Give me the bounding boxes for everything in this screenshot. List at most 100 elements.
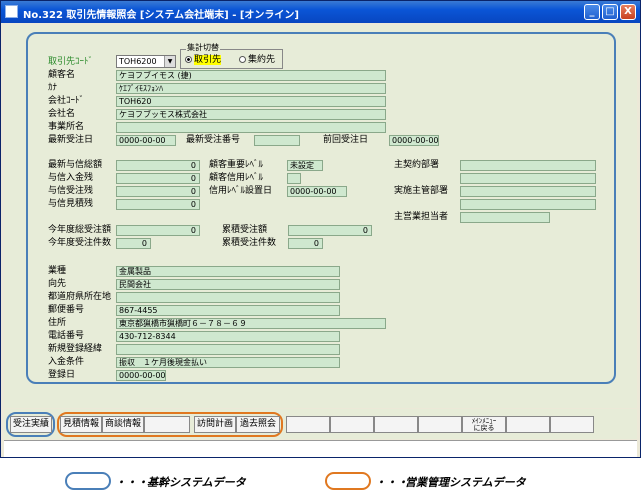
address-field: 東京都猟橋市猟橋町６－７８－６９: [116, 318, 386, 329]
fy-order-count-field: 0: [116, 238, 151, 249]
visit-plan-button[interactable]: 訪問計画: [194, 416, 236, 433]
cumulative-amount-field: 0: [288, 225, 372, 236]
app-icon: [5, 5, 18, 18]
office-name-field: [116, 122, 386, 133]
negotiation-info-button[interactable]: 商談情報: [102, 416, 144, 433]
credit-total-field: 0: [116, 160, 200, 171]
fkey-empty-9[interactable]: [374, 416, 418, 433]
credit-total-label: 最新与信総額: [48, 160, 103, 170]
fkey-empty-10[interactable]: [418, 416, 462, 433]
legend-blue-text: 基幹システムデータ: [147, 476, 246, 489]
fkey-empty-7[interactable]: [286, 416, 330, 433]
cumulative-count-label: 累積受注件数: [222, 238, 277, 248]
latest-order-no-label: 最新受注番号: [186, 135, 241, 145]
credit-order-balance-label: 与信受注残: [48, 186, 94, 196]
fkey-empty-13[interactable]: [550, 416, 594, 433]
close-button[interactable]: X: [620, 4, 636, 20]
fkey-empty-12[interactable]: [506, 416, 550, 433]
legend-blue-swatch: [65, 472, 111, 490]
executing-dept-label: 実施主管部署: [394, 186, 449, 196]
registration-date-field: 0000-00-00: [116, 370, 166, 381]
fy-order-amount-field: 0: [116, 225, 200, 236]
executing-dept-field: [460, 186, 596, 197]
sales-rep-field: [460, 212, 550, 223]
app-window: No.322 取引先情報照会 [システム会社端末] - [オンライン] _ □ …: [0, 0, 641, 458]
radio-selected-icon: [185, 56, 192, 63]
prefecture-label: 都道府県所在地: [48, 292, 112, 302]
main-menu-button[interactable]: ﾒｲﾝﾒﾆｭｰ に戻る: [462, 416, 506, 433]
latest-order-date-label: 最新受注日: [48, 135, 94, 145]
aggregate-switch-group: 集計切替 取引先 集約先: [180, 43, 283, 69]
radio-unselected-icon: [239, 56, 246, 63]
client-area: 取引先ｺｰﾄﾞ TOH6200 ▼ 集計切替 取引先 集約先 顧客名 ケヨフブイ…: [4, 25, 637, 408]
cumulative-amount-label: 累積受注額: [222, 225, 268, 235]
kana-label: ｶﾅ: [48, 83, 58, 93]
company-code-label: 会社ｺｰﾄﾞ: [48, 96, 85, 106]
registration-date-label: 登録日: [48, 370, 76, 380]
legend-blue-dots: ・・・: [115, 476, 148, 489]
destination-field: 民間会社: [116, 279, 340, 290]
credit-payment-balance-label: 与信入金残: [48, 173, 94, 183]
latest-order-no-field: [254, 135, 300, 146]
aggregate-switch-label: 集計切替: [186, 43, 220, 53]
phone-field: 430-712-8344: [116, 331, 340, 342]
registration-history-field: [116, 344, 340, 355]
torihiki-code-combo[interactable]: TOH6200 ▼: [116, 55, 176, 68]
main-contract-dept-field: [460, 160, 596, 171]
legend-orange-swatch: [325, 472, 371, 490]
torihiki-code-value: TOH6200: [119, 57, 157, 66]
maximize-button[interactable]: □: [602, 4, 618, 20]
cumulative-count-field: 0: [288, 238, 323, 249]
legend-orange-text: 営業管理システムデータ: [405, 476, 526, 489]
registration-history-label: 新規登録経緯: [48, 344, 103, 354]
credit-estimate-balance-label: 与信見積残: [48, 199, 94, 209]
credit-estimate-balance-field: 0: [116, 199, 200, 210]
destination-label: 向先: [48, 279, 67, 289]
postal-code-label: 郵便番号: [48, 305, 85, 315]
kana-field: ｹｴﾌﾞｲﾓｽﾌｮﾝﾊ: [116, 83, 386, 94]
main-contract-dept-label: 主契約部署: [394, 160, 440, 170]
past-inquiry-button[interactable]: 過去照会: [236, 416, 280, 433]
previous-order-date-label: 前回受注日: [323, 135, 369, 145]
credit-level-date-label: 信用ﾚﾍﾞﾙ設置日: [209, 186, 273, 196]
fkey-empty-8[interactable]: [330, 416, 374, 433]
phone-label: 電話番号: [48, 331, 85, 341]
payment-terms-label: 入金条件: [48, 357, 85, 367]
credit-level-field: [287, 173, 301, 184]
previous-order-date-field: 0000-00-00: [389, 135, 439, 146]
radio-shuyaku[interactable]: 集約先: [239, 55, 275, 66]
importance-level-field: 未設定: [287, 160, 323, 171]
main-contract-dept-field-2: [460, 173, 596, 184]
credit-order-balance-field: 0: [116, 186, 200, 197]
importance-level-label: 顧客重要ﾚﾍﾞﾙ: [209, 160, 264, 170]
company-code-field: TOH620: [116, 96, 386, 107]
company-name-label: 会社名: [48, 109, 76, 119]
function-key-bar: 受注実績 見積情報 商談情報 訪問計画 過去照会 ﾒｲﾝﾒﾆｭｰ に戻る: [4, 409, 637, 439]
company-name-field: ケヨフブッモス株式会社: [116, 109, 386, 120]
office-name-label: 事業所名: [48, 122, 85, 132]
fy-order-count-label: 今年度受注件数: [48, 238, 112, 248]
minimize-button[interactable]: _: [584, 4, 600, 20]
fy-order-amount-label: 今年度総受注額: [48, 225, 112, 235]
status-bar: [4, 440, 637, 457]
fkey-empty-4[interactable]: [144, 416, 190, 433]
window-title: No.322 取引先情報照会 [システム会社端末] - [オンライン]: [23, 10, 299, 21]
postal-code-field: 867-4455: [116, 305, 340, 316]
title-bar[interactable]: No.322 取引先情報照会 [システム会社端末] - [オンライン] _ □ …: [1, 1, 640, 23]
radio-torihiki[interactable]: 取引先: [185, 55, 222, 66]
executing-dept-field-2: [460, 199, 596, 210]
payment-terms-field: 振収 １ケ月後現金払い: [116, 357, 340, 368]
credit-payment-balance-field: 0: [116, 173, 200, 184]
industry-field: 金属製品: [116, 266, 340, 277]
customer-name-label: 顧客名: [48, 70, 76, 80]
customer-name-field: ケヨフブイモス (捷): [116, 70, 386, 81]
estimate-info-button[interactable]: 見積情報: [60, 416, 102, 433]
address-label: 住所: [48, 318, 67, 328]
order-history-button[interactable]: 受注実績: [10, 416, 52, 433]
sales-rep-label: 主営業担当者: [394, 212, 449, 222]
torihiki-code-label: 取引先ｺｰﾄﾞ: [48, 57, 94, 67]
legend-orange-dots: ・・・: [375, 476, 408, 489]
chevron-down-icon[interactable]: ▼: [164, 56, 175, 67]
industry-label: 業種: [48, 266, 67, 276]
prefecture-field: [116, 292, 340, 303]
